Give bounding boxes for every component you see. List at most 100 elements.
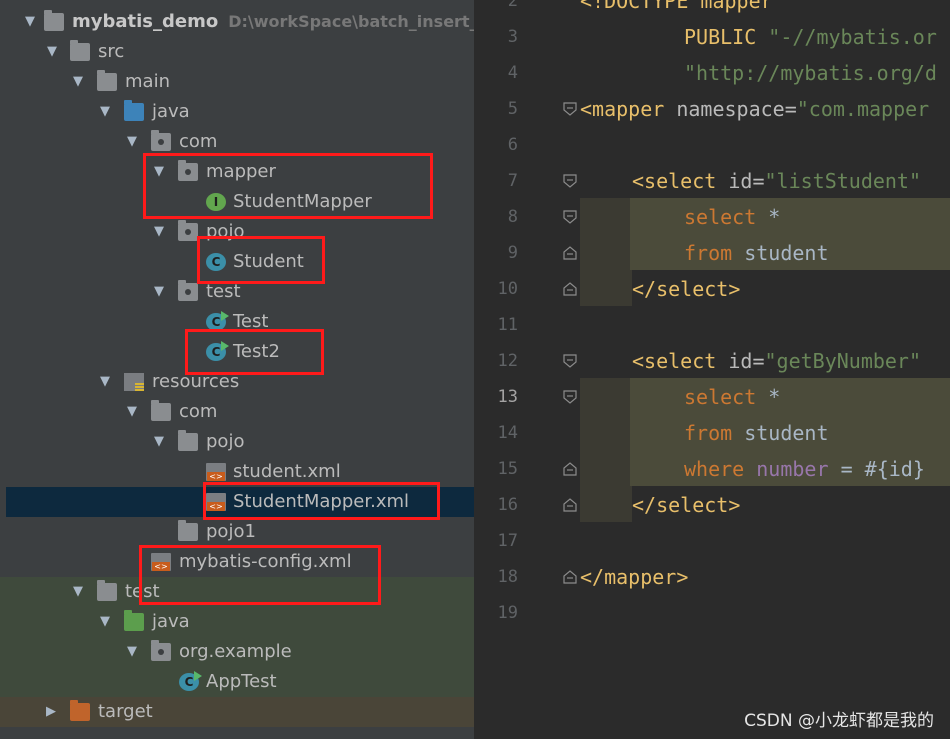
class-icon: C (206, 253, 226, 271)
module-folder-icon (44, 10, 64, 31)
line-number: 10 (497, 279, 518, 299)
chevron-down-icon[interactable]: ▼ (124, 127, 140, 157)
tree-item-label: com (179, 401, 218, 422)
code-line-18: </mapper> (580, 565, 689, 589)
chevron-down-icon[interactable]: ▼ (97, 97, 113, 127)
fold-open-icon[interactable] (563, 210, 577, 224)
fold-highlight (580, 198, 632, 306)
tree-item-label: java (152, 611, 190, 632)
tree-item-label: resources (152, 371, 240, 392)
tree-item-test-java[interactable]: ▼ java (0, 607, 474, 637)
fold-close-icon[interactable] (563, 570, 577, 584)
line-number: 19 (497, 603, 518, 623)
tree-item-label: mapper (206, 161, 276, 182)
chevron-down-icon[interactable]: ▼ (97, 607, 113, 637)
tree-item-res-pojo[interactable]: ▼ pojo (0, 427, 474, 457)
tree-item-label: target (98, 701, 153, 722)
code-line-12: <select id="getByNumber" (632, 349, 922, 373)
package-icon (178, 280, 198, 301)
xml-file-icon: <> (151, 553, 171, 571)
chevron-down-icon[interactable]: ▼ (97, 367, 113, 397)
line-number: 14 (497, 423, 518, 443)
folder-icon (97, 70, 117, 91)
folder-icon (178, 430, 198, 451)
runnable-class-icon: C (206, 311, 229, 331)
tree-item-test-package[interactable]: ▼ test (0, 277, 474, 307)
tree-item-studentmapper-xml[interactable]: <> StudentMapper.xml (6, 487, 474, 517)
tree-item-label: main (125, 71, 170, 92)
package-icon (151, 130, 171, 151)
tree-item-res-com[interactable]: ▼ com (0, 397, 474, 427)
line-number: 8 (507, 207, 518, 227)
code-line-13: select * (684, 385, 781, 409)
tree-item-org-example[interactable]: ▼ org.example (0, 637, 474, 667)
tree-item-apptest[interactable]: C AppTest (0, 667, 474, 697)
fold-open-icon[interactable] (563, 174, 577, 188)
line-number: 11 (497, 315, 518, 335)
chevron-down-icon[interactable]: ▼ (22, 7, 38, 37)
fold-open-icon[interactable] (563, 354, 577, 368)
tree-item-label: StudentMapper.xml (233, 491, 410, 512)
tree-item-label: org.example (179, 641, 292, 662)
line-number: 18 (497, 567, 518, 587)
tree-item-com[interactable]: ▼ com (0, 127, 474, 157)
chevron-down-icon[interactable]: ▼ (151, 427, 167, 457)
project-tree-panel: ▼ mybatis_demo D:\workSpace\batch_insert_… (0, 0, 474, 739)
tree-item-java[interactable]: ▼ java (0, 97, 474, 127)
runnable-class-icon: C (206, 341, 229, 361)
code-line-4: "http://mybatis.org/d (684, 61, 937, 85)
tree-item-student[interactable]: C Student (0, 247, 474, 277)
resources-folder-icon (124, 373, 144, 391)
chevron-down-icon[interactable]: ▼ (124, 637, 140, 667)
line-number: 3 (507, 27, 518, 47)
package-icon (178, 220, 198, 241)
tree-item-mybatis-config[interactable]: <> mybatis-config.xml (0, 547, 474, 577)
tree-item-test-folder[interactable]: ▼ test (0, 577, 474, 607)
interface-icon: I (206, 193, 226, 211)
tree-item-label: Test2 (233, 341, 280, 362)
tree-item-resources[interactable]: ▼ resources (0, 367, 474, 397)
tree-item-main[interactable]: ▼ main (0, 67, 474, 97)
fold-highlight (580, 378, 632, 522)
tree-item-pojo[interactable]: ▼ pojo (0, 217, 474, 247)
tree-root-row[interactable]: ▼ mybatis_demo D:\workSpace\batch_insert_… (0, 7, 474, 37)
tree-item-studentmapper[interactable]: I StudentMapper (0, 187, 474, 217)
chevron-down-icon[interactable]: ▼ (124, 397, 140, 427)
source-folder-icon (124, 100, 144, 121)
fold-open-icon[interactable] (563, 390, 577, 404)
chevron-down-icon[interactable]: ▼ (151, 277, 167, 307)
watermark-text: CSDN @小龙虾都是我的 (744, 711, 934, 731)
line-number: 17 (497, 531, 518, 551)
package-icon (151, 640, 171, 661)
tree-item-label: Student (233, 251, 304, 272)
code-editor[interactable]: 2 3 4 5 6 7 8 9 10 11 12 13 14 15 16 17 … (474, 0, 950, 739)
code-line-9: from student (684, 241, 829, 265)
tree-item-student-xml[interactable]: <> student.xml (0, 457, 474, 487)
tree-item-pojo1[interactable]: pojo1 (0, 517, 474, 547)
fold-close-icon[interactable] (563, 462, 577, 476)
xml-file-icon: <> (206, 463, 226, 481)
line-number: 6 (507, 135, 518, 155)
chevron-down-icon[interactable]: ▼ (70, 67, 86, 97)
chevron-down-icon[interactable]: ▼ (151, 157, 167, 187)
fold-close-icon[interactable] (563, 282, 577, 296)
fold-open-icon[interactable] (563, 102, 577, 116)
chevron-down-icon[interactable]: ▼ (44, 37, 60, 67)
chevron-down-icon[interactable]: ▼ (70, 577, 86, 607)
tree-item-target[interactable]: ▶ target (0, 697, 474, 727)
code-line-16: </select> (632, 493, 741, 517)
chevron-right-icon[interactable]: ▶ (43, 697, 59, 727)
tree-item-src[interactable]: ▼ src (0, 37, 474, 67)
tree-item-label: com (179, 131, 218, 152)
fold-close-icon[interactable] (563, 498, 577, 512)
tree-item-mapper[interactable]: ▼ mapper (0, 157, 474, 187)
tree-item-label: pojo1 (206, 521, 256, 542)
tree-item-test-class[interactable]: C Test (0, 307, 474, 337)
line-number: 7 (507, 171, 518, 191)
chevron-down-icon[interactable]: ▼ (151, 217, 167, 247)
code-line-14: from student (684, 421, 829, 445)
code-line-10: </select> (632, 277, 741, 301)
tree-item-test2-class[interactable]: C Test2 (0, 337, 474, 367)
fold-close-icon[interactable] (563, 246, 577, 260)
line-number: 15 (497, 459, 518, 479)
